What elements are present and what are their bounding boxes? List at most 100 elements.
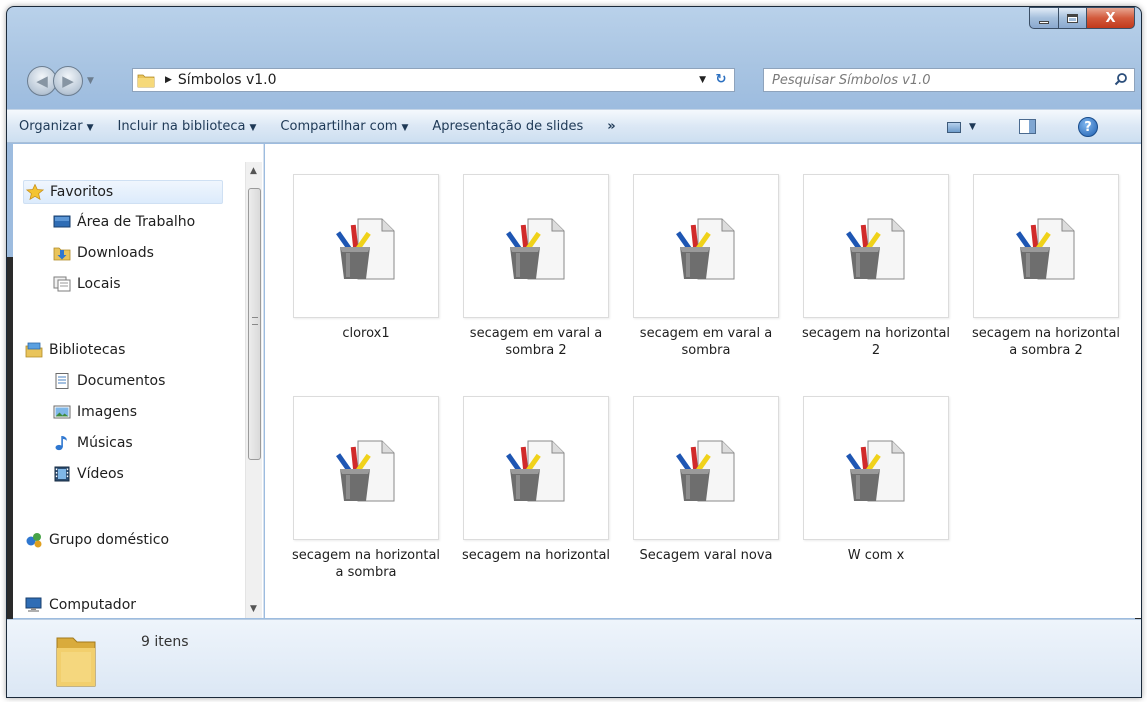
forward-button[interactable]: ▶ [53,66,83,96]
file-item[interactable]: W com x [801,366,951,606]
back-arrow-icon: ◀ [36,72,48,90]
include-library-button[interactable]: Incluir na biblioteca ▼ [117,119,256,134]
desktop-icon [53,215,71,228]
nav-item-label: Locais [77,276,121,292]
drawing-file-icon [336,218,395,280]
file-item[interactable]: secagem em varal a sombra 2 [461,144,611,384]
breadcrumb-current-folder[interactable]: Símbolos v1.0 [178,72,277,88]
slideshow-button[interactable]: Apresentação de slides [432,119,583,134]
drawing-file-icon [676,440,735,502]
nav-item-label: Bibliotecas [49,342,126,358]
downloads-folder-icon [53,247,71,261]
nav-item-computador[interactable]: Computador [25,593,136,617]
scrollbar-thumb[interactable] [248,188,261,460]
maximize-button[interactable] [1059,7,1087,29]
drawing-file-icon [506,218,565,280]
address-dropdown-icon[interactable]: ▼ [699,75,706,85]
nav-item-grupo-domestico[interactable]: Grupo doméstico [25,528,169,552]
file-thumbnail [463,396,609,540]
close-button[interactable]: X [1087,7,1135,29]
breadcrumb-chevron-icon[interactable]: ▶ [165,75,172,85]
forward-arrow-icon: ▶ [62,72,74,90]
nav-item-label: Imagens [77,404,138,420]
file-item[interactable]: clorox1 [291,144,441,384]
music-icon [55,436,67,451]
file-thumbnail [803,396,949,540]
drawing-file-icon [846,440,905,502]
chevron-down-icon: ▼ [86,122,94,133]
nav-item-label: Computador [49,597,137,613]
file-item[interactable]: secagem na horizontal a sombra [291,366,441,606]
file-name: clorox1 [342,326,390,341]
more-commands-button[interactable]: » [607,119,615,134]
file-thumbnail [803,174,949,318]
folder-icon [56,637,96,687]
item-count: 9 itens [141,634,189,650]
organize-button[interactable]: Organizar ▼ [19,119,93,134]
scroll-down-arrow-icon[interactable]: ▼ [250,604,257,614]
nav-item-imagens[interactable]: Imagens [53,400,137,424]
nav-item-musicas[interactable]: Músicas [53,431,133,455]
file-item[interactable]: secagem na horizontal 2 [801,144,951,384]
nav-item-label: Favoritos [50,184,114,200]
file-item[interactable]: Secagem varal nova [631,366,781,606]
chevron-down-icon: ▼ [969,122,976,132]
libraries-icon [25,342,43,358]
explorer-window: X ◀ ▶ ▼ ▶ Símbolos v1.0 ▼ ↻ Organizar▼ I… [6,6,1142,698]
command-bar: Organizar ▼ Incluir na biblioteca ▼ Compar… [7,109,1141,143]
images-icon [53,405,71,419]
documents-icon [55,373,69,389]
file-name: secagem na horizontal 2 [801,326,951,358]
file-item[interactable]: secagem na horizontal a sombra 2 [971,144,1121,384]
nav-pane-scrollbar[interactable]: ▲ ▼ [245,162,262,618]
nav-item-downloads[interactable]: Downloads [53,241,154,265]
chevron-down-icon: ▼ [401,122,409,133]
help-icon[interactable]: ? [1078,117,1098,137]
drawing-file-icon [1016,218,1075,280]
minimize-button[interactable] [1029,7,1059,29]
share-with-label: Compartilhar com [280,118,398,134]
share-with-button[interactable]: Compartilhar com ▼ [280,119,408,134]
change-view-button[interactable]: ▼ [947,118,983,136]
search-input[interactable] [772,72,1102,88]
preview-pane-icon[interactable] [1019,119,1036,134]
nav-item-documentos[interactable]: Documentos [53,369,165,393]
file-item[interactable]: secagem em varal a sombra [631,144,781,384]
drawing-file-icon [676,218,735,280]
nav-item-label: Grupo doméstico [49,532,170,548]
refresh-icon[interactable]: ↻ [712,71,730,89]
search-box [763,68,1135,92]
nav-item-videos[interactable]: Vídeos [53,462,124,486]
star-icon [26,184,44,200]
include-library-label: Incluir na biblioteca [117,118,246,134]
file-list: clorox1 secagem em varal a sombra 2 seca… [265,144,1141,618]
nav-item-locais[interactable]: Locais [53,272,121,296]
file-thumbnail [293,396,439,540]
chevron-down-icon: ▼ [249,122,257,133]
scroll-up-arrow-icon[interactable]: ▲ [250,166,257,176]
address-bar[interactable]: ▶ Símbolos v1.0 ▼ ↻ [132,68,735,92]
places-icon [53,276,71,292]
nav-item-label: Músicas [77,435,133,451]
file-thumbnail [633,396,779,540]
nav-item-area-de-trabalho[interactable]: Área de Trabalho [53,210,195,234]
recent-pages-dropdown-icon[interactable]: ▼ [87,76,94,86]
nav-item-label: Área de Trabalho [77,214,196,230]
drawing-file-icon [846,218,905,280]
file-name: secagem na horizontal [461,548,611,563]
maximize-icon [1067,13,1078,23]
file-thumbnail [293,174,439,318]
file-name: secagem em varal a sombra 2 [469,326,603,358]
scroll-grip-icon [252,317,258,325]
search-icon[interactable] [1114,72,1128,86]
folder-icon [137,74,155,88]
file-name: secagem na horizontal a sombra [291,548,441,580]
nav-item-favoritos[interactable]: Favoritos [23,180,223,204]
file-name: W com x [847,548,905,563]
file-name: secagem na horizontal a sombra 2 [971,326,1121,358]
view-icon [947,121,961,133]
navigation-pane: Favoritos Área de Trabalho Downloads Loc… [13,144,264,618]
nav-item-bibliotecas[interactable]: Bibliotecas [25,338,125,362]
file-item[interactable]: secagem na horizontal [461,366,611,606]
nav-item-label: Documentos [77,373,166,389]
